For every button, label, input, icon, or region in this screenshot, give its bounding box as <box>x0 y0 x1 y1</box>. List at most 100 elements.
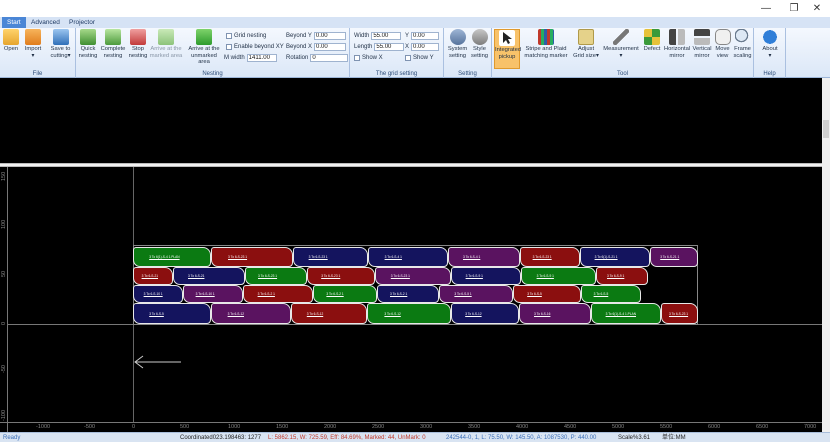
tab-advanced[interactable]: Advanced <box>26 17 65 28</box>
pattern-piece[interactable]: 3 To 6-S-2 1 <box>313 285 377 303</box>
pattern-piece[interactable]: 3 To 6-S-21 1 <box>650 247 698 267</box>
grid-nesting-row[interactable]: Grid nesting <box>226 31 266 40</box>
pattern-piece-label: 3 To 6-S-12 <box>384 311 401 316</box>
pattern-piece[interactable]: 3 To 6-S-23 1 <box>307 267 375 285</box>
quick-nesting-label: Quick nesting <box>78 46 98 59</box>
beyond-y-input[interactable] <box>313 31 346 40</box>
grid-x-input[interactable] <box>411 42 440 51</box>
pattern-piece[interactable]: 3 To 6-S-2 1 <box>377 285 439 303</box>
frame-scaling-button[interactable]: Frame scaling <box>732 29 753 69</box>
pattern-piece-label: 3 To 6-S-23 1 <box>308 255 328 260</box>
tab-start[interactable]: Start <box>2 17 26 28</box>
pattern-piece[interactable]: 3 To 6-S-9 1 <box>521 267 596 285</box>
open-label: Open <box>3 46 19 52</box>
grid-width-input[interactable] <box>371 31 402 40</box>
pattern-piece[interactable]: 3 To 6-S-5 <box>513 285 581 303</box>
pattern-piece[interactable]: 3 To 6-S-16 <box>519 303 591 324</box>
vertical-mirror-button[interactable]: Vertical mirror <box>691 29 713 69</box>
beyond-x-input[interactable] <box>314 42 347 51</box>
complete-nesting-button[interactable]: Complete nesting <box>100 29 126 69</box>
show-x-checkbox[interactable] <box>354 54 360 61</box>
vertical-scrollbar[interactable] <box>822 78 830 432</box>
import-button[interactable]: Import ▾ <box>21 29 45 69</box>
about-button[interactable]: About ▾ <box>760 29 780 69</box>
rotation-select[interactable] <box>310 53 349 62</box>
pattern-piece[interactable]: 3 To 6-S-5 <box>581 285 641 303</box>
pattern-piece-label: 3 To 6-S-21 <box>141 274 159 279</box>
grid-y-input[interactable] <box>411 31 440 40</box>
pattern-piece[interactable]: 3 To 6-S-5 1 <box>439 285 513 303</box>
minimize-button[interactable]: — <box>752 0 780 17</box>
pattern-piece[interactable]: 3 To 6-S-21 <box>173 267 245 285</box>
pattern-piece[interactable]: 3 To 6(1)-S-21 1 <box>580 247 650 267</box>
pattern-piece-label: 3 To 6-S-9 1 <box>465 274 483 279</box>
pattern-piece[interactable]: 3 To 6-S-9 1 <box>596 267 648 285</box>
beyond-y-row: Beyond Y <box>286 31 346 40</box>
show-y-checkbox[interactable] <box>405 54 411 61</box>
pattern-piece[interactable]: 3 To 6-S-23 1 <box>520 247 580 267</box>
pattern-piece[interactable]: 3 To 6(1)-S-4 1.PLAN <box>133 247 211 267</box>
marker-canvas[interactable]: 150 100 50 0 -50 -100 -1000 -500 0 500 1000 1500 20… <box>0 167 822 432</box>
pattern-piece[interactable]: 3 To 6-S-10 1 <box>133 285 183 303</box>
pattern-piece-label: 3 To 6-S-23 1 <box>258 274 278 279</box>
system-setting-button[interactable]: System setting <box>447 29 468 69</box>
show-x-row[interactable]: Show X <box>354 53 383 62</box>
close-button[interactable]: ✕ <box>803 0 830 17</box>
enable-beyond-xy-checkbox[interactable] <box>226 43 232 50</box>
measurement-label: Measurement <box>603 46 639 52</box>
pattern-piece[interactable]: 3 To 6-S-12 <box>451 303 519 324</box>
adjust-grid-button[interactable]: Adjust Grid size▾ <box>572 29 600 69</box>
ruler-tick-label: 50 <box>1 270 7 277</box>
pattern-piece[interactable]: 3 To 6-S-21 <box>133 267 173 285</box>
horizontal-mirror-button[interactable]: Horizontal mirror <box>664 29 690 69</box>
open-button[interactable]: Open <box>2 29 20 69</box>
show-y-row[interactable]: Show Y <box>405 53 434 62</box>
ruler-tick-label: 0 <box>132 424 136 430</box>
save-icon <box>52 29 69 45</box>
pattern-piece[interactable]: 3 To 6-S-23 1 <box>661 303 698 324</box>
m-width-input[interactable] <box>246 53 277 62</box>
quick-nesting-button[interactable]: Quick nesting <box>78 29 98 69</box>
pattern-piece[interactable]: 3 To 6-S-4 1 <box>368 247 448 267</box>
arrive-marked-button[interactable]: Arrive at the marked area <box>149 29 183 69</box>
pattern-piece[interactable]: 3 To 6-S-12 <box>211 303 291 324</box>
pattern-piece[interactable]: 3 To 6-S-5 <box>133 303 211 324</box>
measurement-button[interactable]: Measurement ▾ <box>602 29 640 69</box>
pattern-piece[interactable]: 3 To 6-S-23 1 <box>293 247 368 267</box>
stripe-plaid-button[interactable]: Stripe and Plaid matching marker <box>522 29 570 69</box>
integrated-pickup-button[interactable]: Integrated pickup <box>494 29 521 69</box>
restore-icon: ❐ <box>789 3 799 14</box>
style-setting-button[interactable]: Style setting <box>469 29 490 69</box>
tab-projector[interactable]: Projector <box>64 17 100 28</box>
pattern-piece[interactable]: 3 To 6(1)-S-4 1.PLAN <box>591 303 661 324</box>
preview-canvas[interactable] <box>0 78 830 163</box>
enable-beyond-xy-row[interactable]: Enable beyond XY <box>226 42 284 51</box>
save-to-cutting-button[interactable]: Save to cutting▾ <box>46 29 75 69</box>
ruler-tick-label: 500 <box>180 424 190 430</box>
horizontal-mirror-label: Horizontal mirror <box>664 46 691 59</box>
pattern-piece-label: 3 To 6-S-21 1 <box>660 255 680 260</box>
arrive-unmarked-button[interactable]: Arrive at the unmarked area <box>185 29 223 69</box>
pattern-piece[interactable]: 3 To 6-S-4 1 <box>448 247 520 267</box>
pattern-piece[interactable]: 3 To 6-S-23 1 <box>375 267 451 285</box>
defect-label: Defect <box>643 46 661 52</box>
pattern-piece[interactable]: 3 To 6-S-12 <box>291 303 367 324</box>
group-label-tool: Tool <box>616 71 628 77</box>
ruler-tick-label: 2000 <box>324 424 337 430</box>
close-icon: ✕ <box>812 3 822 14</box>
pattern-piece[interactable]: 3 To 6-S-2 1 <box>243 285 313 303</box>
grid-length-input[interactable] <box>374 42 405 51</box>
pattern-piece[interactable]: 3 To 6-S-12 <box>367 303 451 324</box>
stripe-plaid-label: Stripe and Plaid matching marker <box>524 46 568 59</box>
scrollbar-thumb[interactable] <box>823 120 829 138</box>
move-view-button[interactable]: Move view <box>714 29 731 69</box>
pattern-piece[interactable]: 3 To 6-S-9 1 <box>451 267 521 285</box>
defect-button[interactable]: Defect <box>642 29 662 69</box>
pattern-piece[interactable]: 3 To 6-S-23 1 <box>245 267 307 285</box>
group-label-help: Help <box>763 71 776 77</box>
grid-nesting-checkbox[interactable] <box>226 32 232 39</box>
stop-nesting-button[interactable]: Stop nesting <box>128 29 148 69</box>
pattern-piece[interactable]: 3 To 6-S-10 1 <box>183 285 243 303</box>
grid-x-row: X <box>405 42 440 51</box>
pattern-piece[interactable]: 3 To 6-S-23 1 <box>211 247 293 267</box>
